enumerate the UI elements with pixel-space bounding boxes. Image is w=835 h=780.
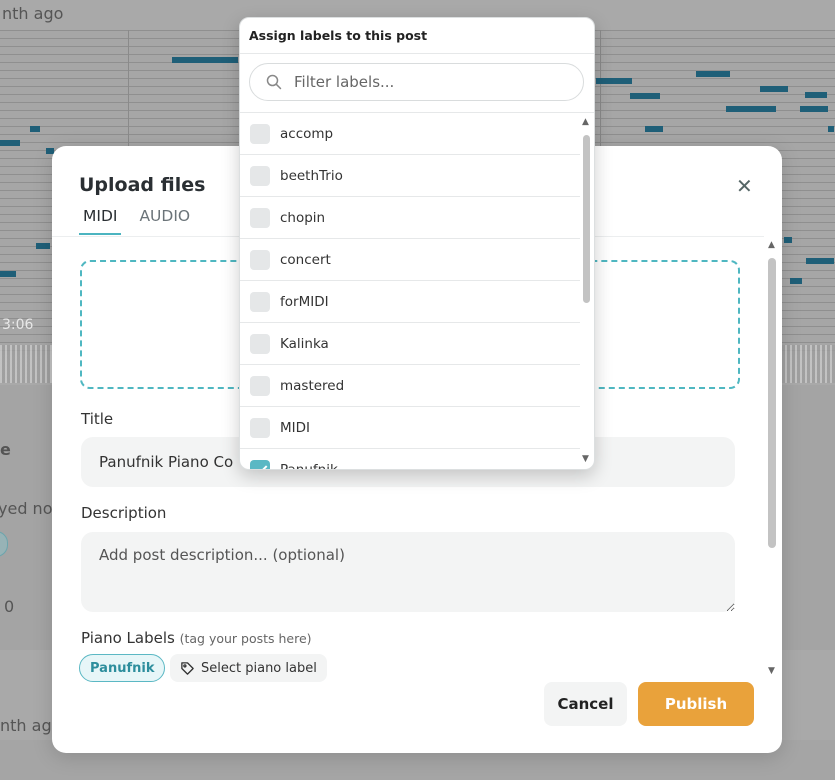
title-label: Title [81,410,114,428]
checkbox[interactable] [250,291,270,312]
divider [240,53,594,54]
label-option-midi[interactable]: MIDI [240,407,580,449]
cancel-button[interactable]: Cancel [544,682,627,726]
bg-fragment: yed no [0,499,53,518]
select-piano-label-button[interactable]: Select piano label [170,654,327,682]
tab-audio[interactable]: AUDIO [135,207,194,235]
tag-icon [181,661,194,675]
scroll-up-icon[interactable]: ▲ [768,240,775,250]
modal-scrollbar[interactable]: ▲ ▼ [766,238,778,678]
description-label: Description [81,504,167,522]
label-list-scrollbar[interactable]: ▲ ▼ [581,115,591,467]
label-filter-box[interactable] [249,63,584,101]
publish-button[interactable]: Publish [638,682,754,726]
scroll-down-icon[interactable]: ▼ [582,454,589,464]
checkbox[interactable] [250,207,270,228]
label-option-chopin[interactable]: chopin [240,197,580,239]
piano-labels-hint: (tag your posts here) [179,631,312,646]
label-picker-heading: Assign labels to this post [249,28,428,43]
checkbox[interactable] [250,417,270,438]
scrollbar-thumb[interactable] [768,258,776,548]
label-option-concert[interactable]: concert [240,239,580,281]
checkbox[interactable] [250,375,270,396]
scroll-down-icon[interactable]: ▼ [768,666,775,676]
title-input-value: Panufnik Piano Co [99,453,234,471]
description-input[interactable] [81,532,735,612]
bg-fragment: e [0,440,11,459]
checkbox[interactable] [250,123,270,144]
checkbox[interactable] [250,333,270,354]
checkbox-checked[interactable] [250,459,270,469]
piano-labels-label: Piano Labels (tag your posts here) [81,629,312,647]
select-piano-label-text: Select piano label [201,660,317,676]
modal-title: Upload files [79,174,206,196]
post-timestamp: nth ago [2,4,64,23]
label-option-formidi[interactable]: forMIDI [240,281,580,323]
label-list: accomp beethTrio chopin concert forMIDI … [240,113,580,469]
selected-label-chip[interactable]: Panufnik [79,654,166,682]
label-option-accomp[interactable]: accomp [240,113,580,155]
label-filter-input[interactable] [292,72,556,92]
scroll-up-icon[interactable]: ▲ [582,117,589,127]
close-icon[interactable]: ✕ [736,174,753,198]
track-time: 3:06 [2,317,34,333]
label-option-beethtrio[interactable]: beethTrio [240,155,580,197]
checkbox[interactable] [250,249,270,270]
label-option-mastered[interactable]: mastered [240,365,580,407]
tab-midi[interactable]: MIDI [79,207,122,235]
label-picker-popover: Assign labels to this post accomp beethT… [239,17,595,470]
checkbox[interactable] [250,165,270,186]
search-icon [266,74,282,90]
bg-fragment: 0 [4,597,15,616]
label-option-panufnik[interactable]: Panufnik [240,449,580,469]
scrollbar-thumb[interactable] [583,135,590,303]
upload-tabs: MIDI AUDIO [79,207,194,235]
label-option-kalinka[interactable]: Kalinka [240,323,580,365]
